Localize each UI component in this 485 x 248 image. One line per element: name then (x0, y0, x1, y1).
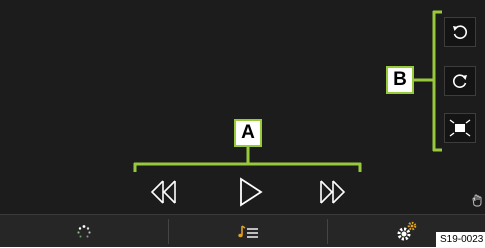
callout-a-label: A (234, 119, 262, 147)
next-icon (320, 180, 346, 204)
loading-dots-icon (77, 224, 91, 237)
previous-icon (150, 180, 176, 204)
rotate-left-button[interactable] (444, 17, 476, 47)
media-screen: A B (0, 0, 485, 247)
callout-b-label: B (386, 66, 414, 94)
callout-a-bracket (133, 146, 362, 172)
gear-icon (397, 221, 416, 240)
callout-b-bracket (413, 10, 442, 152)
next-button[interactable] (314, 174, 350, 210)
play-icon (240, 177, 263, 207)
fit-screen-button[interactable] (444, 113, 476, 143)
fit-screen-icon (449, 119, 471, 137)
touch-gesture-icon (470, 193, 484, 207)
rotate-right-button[interactable] (444, 66, 476, 96)
play-button[interactable] (232, 174, 268, 210)
previous-button[interactable] (146, 174, 182, 210)
figure-code: S19-0023 (436, 232, 485, 247)
rotate-ccw-icon (453, 25, 467, 39)
bottom-bar (0, 214, 485, 247)
rotate-cw-icon (453, 74, 467, 88)
playlist-icon (238, 224, 258, 238)
playlist-button[interactable] (169, 215, 327, 248)
home-button[interactable] (0, 215, 168, 248)
